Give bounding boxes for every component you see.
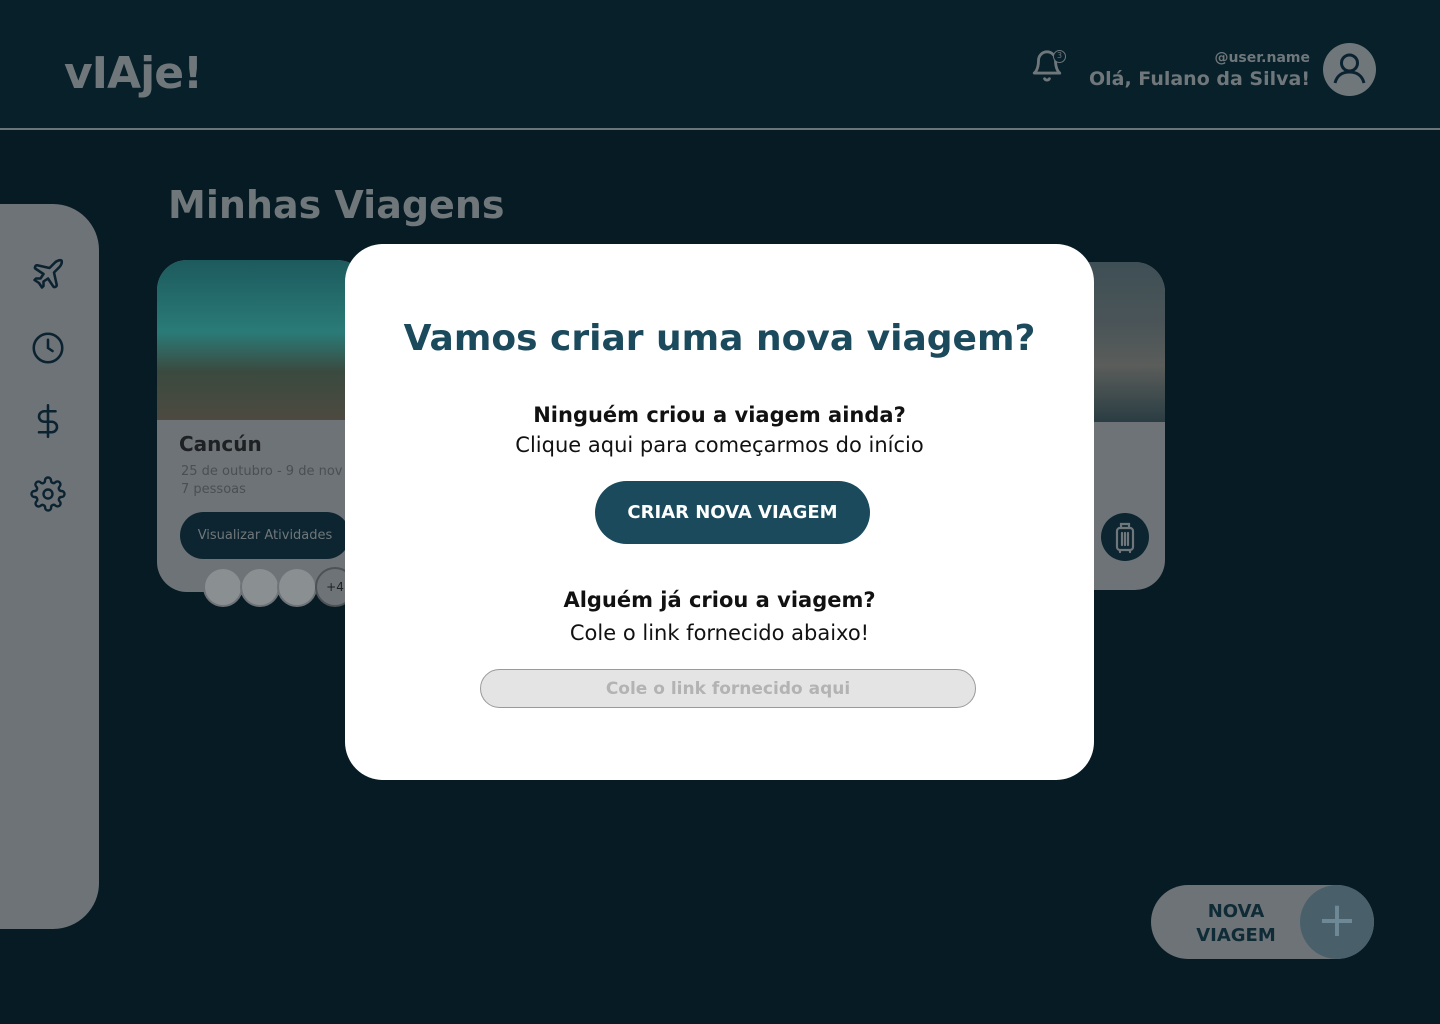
trip-link-input[interactable]	[480, 669, 976, 708]
trip-people: 7 pessoas	[181, 482, 246, 497]
sidebar	[0, 204, 99, 929]
page-title: Minhas Viagens	[168, 183, 505, 227]
trip-members: +4	[203, 567, 363, 609]
luggage-button[interactable]	[1101, 513, 1149, 561]
create-new-trip-button[interactable]: CRIAR NOVA VIAGEM	[595, 481, 870, 544]
new-trip-fab-label: NOVA VIAGEM	[1191, 900, 1281, 948]
user-handle: @user.name	[1214, 50, 1310, 66]
plus-icon[interactable]: +	[1300, 885, 1374, 959]
trip-photo	[157, 260, 367, 420]
member-avatar	[277, 567, 317, 607]
airplane-icon[interactable]	[30, 256, 66, 292]
member-avatar	[240, 567, 280, 607]
clock-icon[interactable]	[30, 330, 66, 366]
new-trip-fab[interactable]: NOVA VIAGEM +	[1151, 885, 1374, 959]
new-trip-fab-label-line2: VIAGEM	[1196, 925, 1276, 946]
app-logo[interactable]: vIAje!	[64, 48, 203, 99]
user-greeting: Olá, Fulano da Silva!	[1088, 68, 1310, 90]
dollar-icon[interactable]	[30, 403, 66, 439]
member-avatar	[203, 567, 243, 607]
new-trip-modal: Vamos criar uma nova viagem? Ninguém cri…	[345, 244, 1094, 780]
trip-card[interactable]: Cancún 25 de outubro - 9 de nov 7 pessoa…	[157, 260, 367, 592]
app-header: vIAje! 3 @user.name Olá, Fulano da Silva…	[0, 0, 1440, 130]
notification-badge: 3	[1053, 50, 1066, 63]
new-trip-fab-label-line1: NOVA	[1207, 901, 1265, 922]
luggage-icon	[1115, 522, 1135, 554]
modal-title: Vamos criar uma nova viagem?	[403, 318, 1036, 359]
trip-city: Cancún	[179, 432, 262, 456]
user-icon	[1333, 53, 1366, 84]
gear-icon[interactable]	[30, 476, 66, 512]
existing-trip-question: Alguém já criou a viagem?	[563, 588, 876, 612]
view-activities-button[interactable]: Visualizar Atividades	[180, 512, 350, 559]
existing-trip-subtitle: Cole o link fornecido abaixo!	[569, 621, 870, 645]
new-trip-question: Ninguém criou a viagem ainda?	[533, 403, 906, 427]
avatar[interactable]	[1323, 43, 1376, 96]
new-trip-subtitle: Clique aqui para começarmos do início	[515, 433, 924, 457]
user-info: @user.name Olá, Fulano da Silva!	[1089, 50, 1310, 90]
trip-dates: 25 de outubro - 9 de nov	[181, 464, 343, 479]
